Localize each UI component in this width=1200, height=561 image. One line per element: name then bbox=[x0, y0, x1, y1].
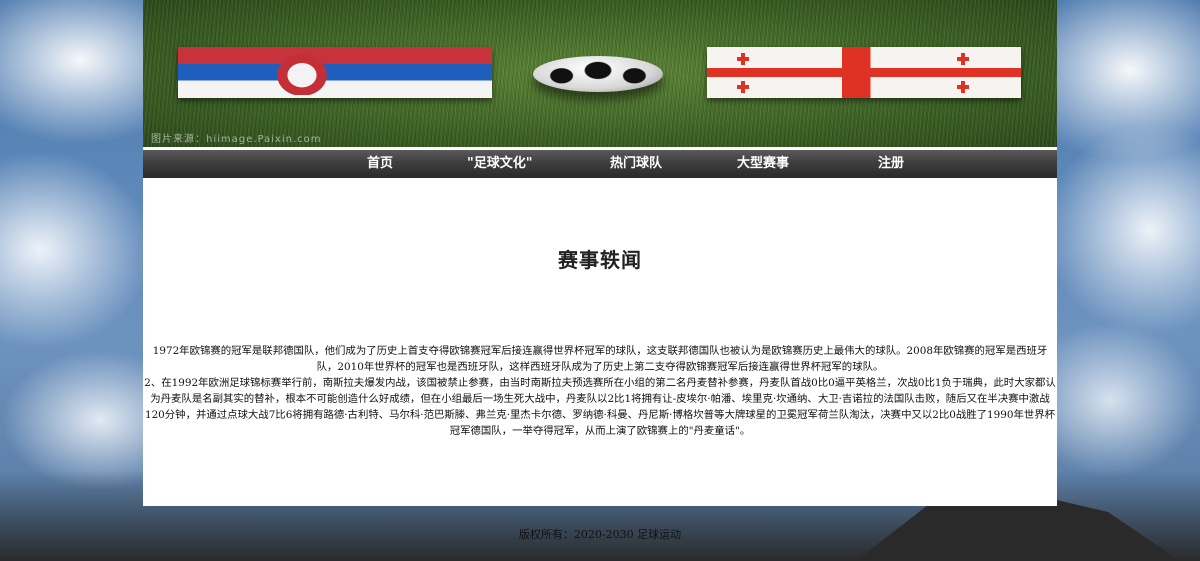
georgia-small-cross bbox=[737, 53, 749, 65]
nav-football-culture[interactable]: "足球文化" bbox=[467, 150, 533, 178]
georgia-flag-image bbox=[707, 47, 1021, 98]
article-body: 1972年欧锦赛的冠军是联邦德国队，他们成为了历史上首支夺得欧锦赛冠军后接连赢得… bbox=[143, 343, 1057, 439]
serbia-flag-image bbox=[178, 47, 492, 98]
footer-copyright: 版权所有：2020-2030 足球运动 bbox=[518, 528, 682, 541]
image-source-watermark: 图片来源：hiimage.Paixin.com bbox=[151, 134, 322, 145]
header-banner: 图片来源：hiimage.Paixin.com bbox=[143, 0, 1057, 147]
nav-register[interactable]: 注册 bbox=[878, 150, 904, 178]
article-paragraph: 1972年欧锦赛的冠军是联邦德国队，他们成为了历史上首支夺得欧锦赛冠军后接连赢得… bbox=[152, 345, 1048, 373]
serbia-coat-of-arms bbox=[273, 51, 331, 95]
article-paragraph: 2、在1992年欧洲足球锦标赛举行前，南斯拉夫爆发内战，该国被禁止参赛，由当时南… bbox=[144, 377, 1056, 437]
nav-home[interactable]: 首页 bbox=[367, 150, 393, 178]
main-nav: 首页 "足球文化" 热门球队 大型赛事 注册 bbox=[143, 150, 1057, 178]
soccer-ball-image bbox=[533, 56, 663, 92]
page-title: 赛事轶闻 bbox=[558, 248, 642, 272]
georgia-small-cross bbox=[957, 53, 969, 65]
nav-major-events[interactable]: 大型赛事 bbox=[737, 150, 789, 178]
page-container: 图片来源：hiimage.Paixin.com 首页 "足球文化" 热门球队 大… bbox=[143, 0, 1057, 506]
georgia-small-cross bbox=[737, 81, 749, 93]
nav-popular-teams[interactable]: 热门球队 bbox=[610, 150, 662, 178]
georgia-small-cross bbox=[957, 81, 969, 93]
